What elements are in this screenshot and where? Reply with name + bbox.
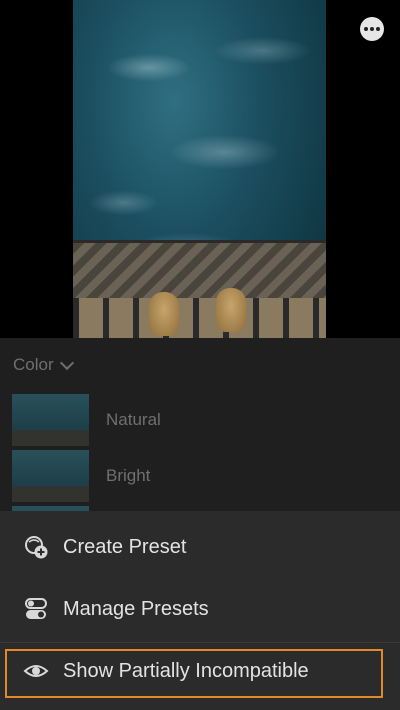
preset-thumbnail	[12, 394, 89, 446]
category-dropdown[interactable]: Color	[13, 355, 74, 375]
presets-options-sheet: Create Preset Manage Presets Show Partia…	[0, 511, 400, 710]
chevron-down-icon	[59, 355, 74, 371]
preset-label: Bright	[106, 466, 151, 485]
create-preset-label: Create Preset	[63, 535, 187, 558]
photo	[73, 0, 326, 338]
preset-item-bright[interactable]: Bright	[12, 450, 150, 502]
show-partially-incompatible-label: Show Partially Incompatible	[63, 659, 309, 682]
manage-presets-label: Manage Presets	[63, 597, 209, 620]
ellipsis-icon	[364, 27, 368, 31]
preset-label: Natural	[106, 410, 161, 429]
create-preset-button[interactable]: Create Preset	[0, 517, 400, 577]
toggles-icon	[25, 598, 47, 619]
more-options-button[interactable]	[360, 17, 384, 41]
eye-icon	[23, 665, 49, 677]
app-screen: Color Natural Bright Create Preset Manag…	[0, 0, 400, 710]
create-preset-icon	[25, 536, 48, 559]
manage-presets-button[interactable]: Manage Presets	[0, 579, 400, 639]
show-partially-incompatible-button[interactable]: Show Partially Incompatible	[0, 641, 400, 701]
photo-canvas	[0, 0, 400, 338]
preset-item-natural[interactable]: Natural	[12, 394, 161, 446]
category-label: Color	[13, 355, 54, 374]
preset-thumbnail	[12, 450, 89, 502]
